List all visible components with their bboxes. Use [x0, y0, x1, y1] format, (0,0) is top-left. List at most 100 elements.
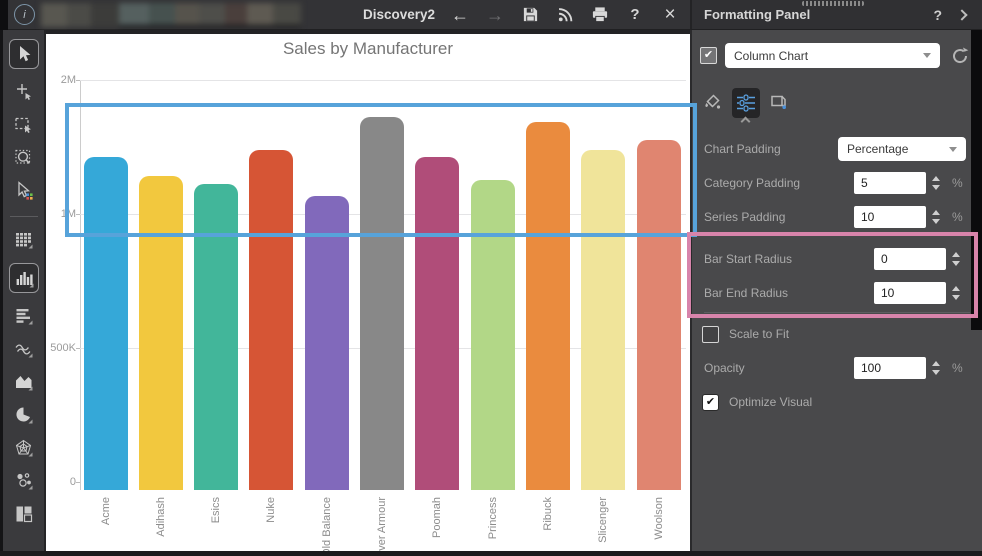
bar-poomah[interactable] [415, 157, 459, 490]
bar-end-radius-label: Bar End Radius [704, 286, 788, 300]
sidebar-item-marquee-select[interactable] [7, 115, 41, 135]
crosshair-pointer-icon [14, 82, 34, 102]
bar-start-radius-stepper[interactable] [946, 248, 966, 270]
sidebar-item-treemap-chart[interactable] [7, 504, 41, 524]
y-axis-line [80, 80, 81, 490]
bar-acme[interactable] [84, 157, 128, 490]
sidebar-item-scatter-chart[interactable] [7, 471, 41, 491]
sidebar-divider [10, 216, 38, 217]
opacity-stepper[interactable] [926, 357, 946, 379]
toolbar: i Discovery2 ← → [0, 0, 690, 30]
optimize-visual-label: Optimize Visual [729, 395, 812, 409]
treemap-icon [14, 504, 34, 524]
grid-icon [14, 230, 34, 250]
panel-help-icon[interactable]: ? [933, 7, 942, 23]
panel-scroll-strip[interactable] [971, 30, 982, 330]
pointer-icon [14, 44, 34, 64]
series-padding-input[interactable] [854, 206, 926, 228]
sidebar-item-radar-chart[interactable] [7, 438, 41, 458]
stepper-up-icon[interactable] [932, 361, 940, 366]
stepper-down-icon[interactable] [932, 370, 940, 375]
save-icon[interactable] [520, 4, 540, 26]
optimize-visual-checkbox[interactable]: ✔ [702, 394, 719, 411]
forward-arrow-icon[interactable]: → [485, 4, 505, 26]
stepper-up-icon[interactable] [932, 176, 940, 181]
sidebar-item-column-chart[interactable] [9, 263, 39, 293]
chart-padding-dropdown[interactable]: Percentage [838, 137, 966, 161]
scale-to-fit-checkbox[interactable] [702, 326, 719, 343]
panel-tabs [700, 88, 982, 122]
chart-type-checkbox[interactable]: ✔ [700, 47, 717, 64]
pie-chart-icon [14, 405, 34, 425]
bar-nuke[interactable] [249, 150, 293, 490]
sidebar-item-bar-chart[interactable] [7, 306, 41, 326]
bar-princess[interactable] [471, 180, 515, 490]
reset-icon[interactable] [950, 46, 970, 66]
feed-icon[interactable] [555, 4, 575, 26]
sidebar-item-area-chart[interactable] [7, 372, 41, 392]
opacity-input[interactable] [854, 357, 926, 379]
y-tick-label-0: 0 [46, 476, 76, 488]
sidebar-item-multi-select[interactable] [7, 181, 41, 201]
opacity-label: Opacity [704, 361, 745, 375]
panel-collapse-icon[interactable] [956, 9, 967, 20]
stepper-up-icon[interactable] [952, 286, 960, 291]
stepper-down-icon[interactable] [952, 261, 960, 266]
bar-over-armour[interactable] [360, 117, 404, 490]
category-padding-stepper[interactable] [926, 172, 946, 194]
x-label-old-balance: Old Balance [319, 497, 335, 556]
stepper-up-icon[interactable] [932, 210, 940, 215]
sidebar-item-point-select[interactable] [7, 82, 41, 102]
y-tick-label-500k: 500K [46, 342, 76, 354]
chevron-down-icon [949, 147, 957, 152]
bar-adihash[interactable] [139, 176, 183, 490]
formatting-panel-header: Formatting Panel ? [690, 0, 982, 30]
sidebar-item-line-chart[interactable] [7, 339, 41, 359]
panel-fields: Chart PaddingPercentageCategory Padding%… [692, 136, 982, 415]
category-padding-control: % [854, 172, 966, 194]
tab-fill-format[interactable] [700, 88, 726, 116]
chart-padding-control: Percentage [838, 137, 966, 161]
print-icon[interactable] [590, 4, 610, 26]
stepper-down-icon[interactable] [952, 295, 960, 300]
stepper-down-icon[interactable] [932, 185, 940, 190]
category-padding-label: Category Padding [704, 176, 800, 190]
info-icon[interactable]: i [14, 4, 35, 25]
opacity-control: % [854, 357, 966, 379]
chart-type-value: Column Chart [734, 49, 808, 63]
bar-start-radius-label: Bar Start Radius [704, 252, 792, 266]
bar-ribuck[interactable] [526, 122, 570, 490]
x-label-poomah: Poomah [429, 497, 445, 556]
panel-drag-handle[interactable] [802, 1, 864, 6]
sidebar-item-pie-chart[interactable] [7, 405, 41, 425]
bar-esics[interactable] [194, 184, 238, 490]
sidebar-item-select-pointer[interactable] [9, 39, 39, 69]
multi-select-pointer-icon [14, 181, 34, 201]
stepper-up-icon[interactable] [952, 252, 960, 257]
bar-start-radius-input[interactable] [874, 248, 946, 270]
bar-end-radius-input[interactable] [874, 282, 946, 304]
stepper-down-icon[interactable] [932, 219, 940, 224]
series-padding-control: % [854, 206, 966, 228]
x-label-slicenger: Slicenger [595, 497, 611, 556]
bar-old-balance[interactable] [305, 196, 349, 490]
back-arrow-icon[interactable]: ← [450, 4, 470, 26]
series-padding-stepper[interactable] [926, 206, 946, 228]
category-padding-input[interactable] [854, 172, 926, 194]
sidebar-item-zoom-select[interactable] [7, 148, 41, 168]
y-tick-mark-1m [76, 214, 80, 215]
zoom-select-icon [14, 148, 34, 168]
sidebar-item-grid-view[interactable] [7, 230, 41, 250]
y-tick-mark-500k [76, 348, 80, 349]
tab-apply-format[interactable] [766, 88, 792, 116]
selected-tab-caret [741, 117, 751, 127]
close-icon[interactable]: × [660, 4, 680, 26]
bar-slicenger[interactable] [581, 150, 625, 490]
help-icon[interactable]: ? [625, 4, 645, 26]
bar-woolson[interactable] [637, 140, 681, 490]
tab-settings[interactable] [732, 88, 760, 118]
chart-type-dropdown[interactable]: Column Chart [725, 43, 940, 68]
bar-end-radius-stepper[interactable] [946, 282, 966, 304]
blurred-tabs-strip [41, 3, 301, 27]
chart-plot: 2M1M500K0AcmeAdihashEsicsNukeOld Balance… [46, 34, 690, 551]
